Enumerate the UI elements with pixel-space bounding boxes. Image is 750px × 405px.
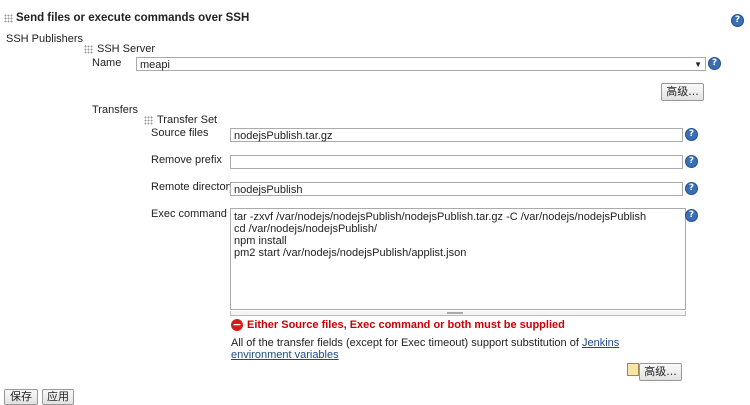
ssh-server-advanced-button[interactable]: 高级... <box>661 83 704 101</box>
error-message: Either Source files, Exec command or bot… <box>247 319 565 331</box>
ssh-server-header: SSH Server <box>97 43 156 55</box>
drag-handle-icon[interactable] <box>4 14 13 23</box>
remove-prefix-input[interactable] <box>230 155 683 169</box>
remote-directory-input[interactable]: nodejsPublish <box>230 182 683 196</box>
ssh-publishers-label: SSH Publishers <box>6 33 84 45</box>
remove-prefix-label: Remove prefix <box>151 154 222 166</box>
chevron-down-icon: ▼ <box>694 60 702 69</box>
help-icon[interactable]: ? <box>685 155 698 168</box>
error-icon: − <box>231 318 243 331</box>
transfer-advanced-button[interactable]: 高级... <box>639 363 682 381</box>
save-button[interactable]: 保存 <box>4 389 38 405</box>
help-icon[interactable]: ? <box>685 182 698 195</box>
transfer-set-header: Transfer Set <box>157 114 218 126</box>
exec-command-textarea[interactable]: tar -zxvf /var/nodejs/nodejsPublish/node… <box>230 208 686 310</box>
help-icon[interactable]: ? <box>685 128 698 141</box>
source-files-input[interactable]: nodejsPublish.tar.gz <box>230 128 683 142</box>
help-icon[interactable]: ? <box>708 57 721 70</box>
drag-handle-icon[interactable] <box>144 116 153 125</box>
help-icon[interactable]: ? <box>731 14 744 27</box>
notepad-icon <box>627 363 639 376</box>
textarea-resize-handle[interactable] <box>230 311 686 316</box>
info-description: All of the transfer fields (except for E… <box>231 337 582 349</box>
help-icon[interactable]: ? <box>685 209 698 222</box>
grip-icon <box>447 312 463 314</box>
ssh-server-select[interactable]: meapi ▼ <box>136 57 706 71</box>
apply-button[interactable]: 应用 <box>42 389 74 405</box>
info-text: All of the transfer fields (except for E… <box>231 337 671 361</box>
section-title: Send files or execute commands over SSH <box>16 12 250 24</box>
remote-directory-label: Remote directory <box>151 181 235 193</box>
exec-command-label: Exec command <box>151 208 227 220</box>
drag-handle-icon[interactable] <box>84 45 93 54</box>
ssh-server-value: meapi <box>140 59 170 71</box>
source-files-label: Source files <box>151 127 209 139</box>
transfers-label: Transfers <box>92 104 139 116</box>
name-label: Name <box>92 57 122 69</box>
